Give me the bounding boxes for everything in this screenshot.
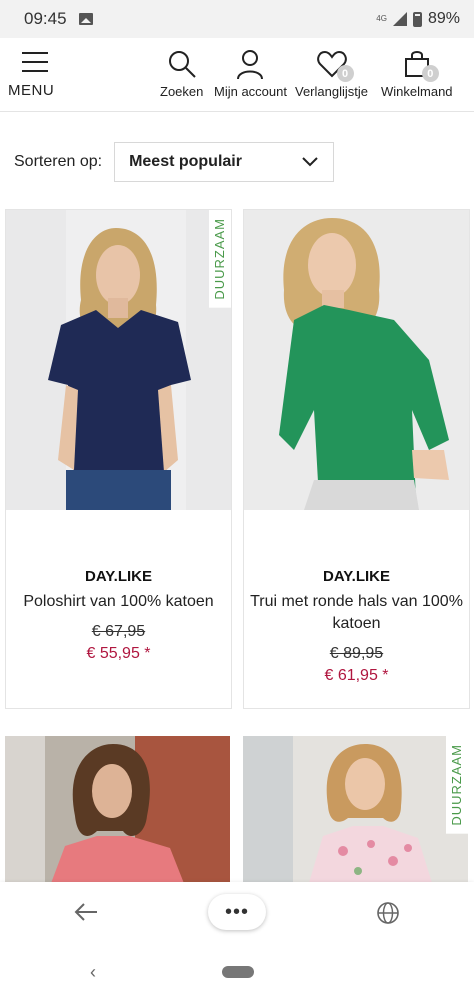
header-nav: MENU Zoeken Mijn account 0 Verlanglijstj… bbox=[0, 38, 474, 112]
globe-icon[interactable] bbox=[376, 901, 400, 925]
status-bar: 09:45 4G 89% bbox=[0, 0, 474, 38]
sustainable-tag: DUURZAAM bbox=[446, 736, 468, 834]
product-info: DAY.LIKE Poloshirt van 100% katoen € 67,… bbox=[6, 510, 231, 663]
account-button[interactable]: Mijn account bbox=[214, 48, 287, 99]
product-photo-pink-sweater bbox=[5, 736, 230, 886]
account-label: Mijn account bbox=[214, 84, 287, 99]
product-info: DAY.LIKE Trui met ronde hals van 100% ka… bbox=[244, 510, 469, 685]
product-old-price: € 89,95 bbox=[329, 645, 384, 662]
hamburger-icon bbox=[22, 52, 48, 72]
search-label: Zoeken bbox=[160, 84, 204, 99]
more-options-button[interactable]: ••• bbox=[208, 894, 266, 930]
signal-icon bbox=[392, 12, 407, 26]
sort-row: Sorteren op: Meest populair bbox=[14, 142, 335, 182]
system-home-pill[interactable] bbox=[222, 966, 254, 978]
search-icon bbox=[168, 51, 196, 78]
wishlist-button[interactable]: 0 Verlanglijstje bbox=[295, 48, 368, 99]
menu-button[interactable]: MENU bbox=[8, 48, 68, 104]
product-image[interactable]: DUURZAAM bbox=[6, 210, 231, 510]
user-icon bbox=[237, 50, 264, 80]
sort-selected-value: Meest populair bbox=[129, 153, 242, 170]
product-photo-sweater bbox=[244, 210, 469, 510]
product-photo-polo bbox=[6, 210, 231, 510]
product-image[interactable] bbox=[5, 736, 230, 886]
cart-button[interactable]: 0 Winkelmand bbox=[381, 48, 453, 99]
search-button[interactable]: Zoeken bbox=[160, 48, 203, 99]
wishlist-label: Verlanglijstje bbox=[295, 84, 368, 99]
chevron-down-icon bbox=[302, 157, 318, 167]
status-indicators: 4G 89% bbox=[376, 10, 460, 28]
cart-count-badge: 0 bbox=[421, 65, 439, 82]
menu-label: MENU bbox=[8, 82, 55, 99]
status-time: 09:45 bbox=[24, 9, 67, 28]
product-card[interactable]: DUURZAAM DAY.LIKE Poloshirt van 100% kat… bbox=[5, 209, 232, 709]
cart-icon-wrap: 0 bbox=[401, 48, 439, 82]
product-name[interactable]: Poloshirt van 100% katoen bbox=[6, 591, 231, 613]
browser-toolbar: ••• bbox=[0, 882, 474, 942]
product-new-price: € 61,95 * bbox=[324, 667, 389, 684]
product-card[interactable]: DAY.LIKE Trui met ronde hals van 100% ka… bbox=[243, 209, 470, 709]
system-nav-bar: ‹ bbox=[0, 942, 474, 1000]
wishlist-icon-wrap: 0 bbox=[316, 48, 354, 82]
product-image[interactable]: DUURZAAM bbox=[243, 736, 468, 886]
sustainable-tag: DUURZAAM bbox=[209, 210, 231, 308]
system-back-icon[interactable]: ‹ bbox=[90, 962, 96, 983]
product-card[interactable] bbox=[5, 736, 232, 896]
sort-select[interactable]: Meest populair bbox=[114, 142, 335, 182]
battery-icon bbox=[412, 11, 422, 27]
product-brand: DAY.LIKE bbox=[85, 568, 152, 585]
product-photo-floral-top bbox=[243, 736, 468, 886]
product-name[interactable]: Trui met ronde hals van 100% katoen bbox=[244, 591, 469, 635]
back-arrow-icon[interactable] bbox=[74, 902, 98, 922]
product-image[interactable] bbox=[244, 210, 469, 510]
product-new-price: € 55,95 * bbox=[86, 645, 151, 662]
wishlist-count-badge: 0 bbox=[336, 65, 354, 82]
sort-label: Sorteren op: bbox=[14, 153, 103, 170]
battery-level: 89% bbox=[427, 10, 460, 27]
network-type-label: 4G bbox=[376, 14, 387, 23]
product-card[interactable]: DUURZAAM bbox=[243, 736, 470, 896]
image-notification-icon bbox=[78, 13, 93, 25]
product-old-price: € 67,95 bbox=[91, 623, 146, 640]
cart-label: Winkelmand bbox=[381, 84, 453, 99]
product-brand: DAY.LIKE bbox=[323, 568, 390, 585]
